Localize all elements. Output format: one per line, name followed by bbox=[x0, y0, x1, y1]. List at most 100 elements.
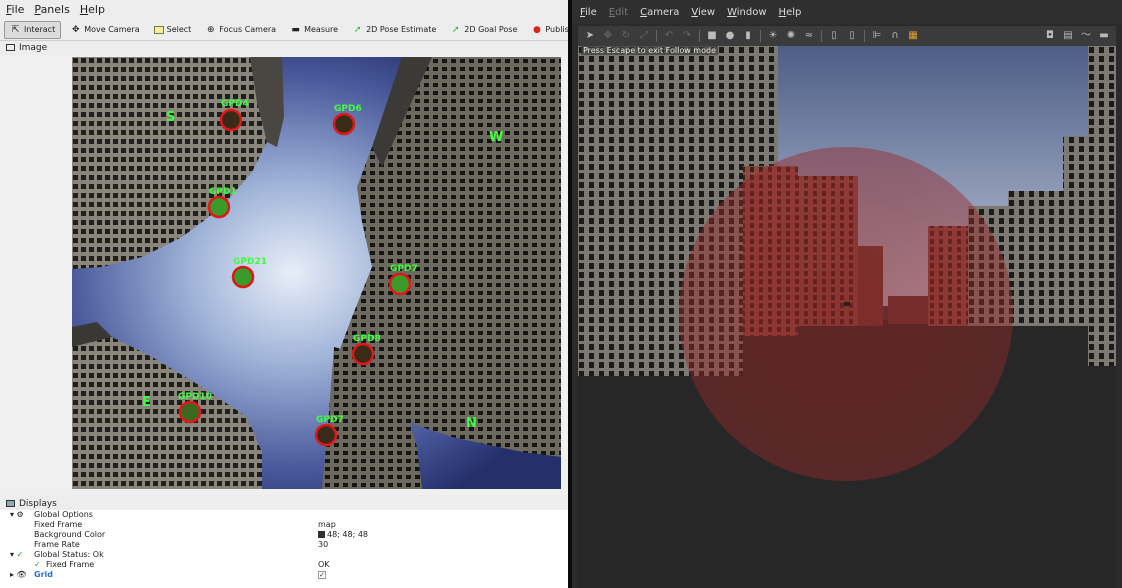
displays-title-text: Displays bbox=[19, 498, 57, 509]
tool-select[interactable]: Select bbox=[149, 21, 197, 39]
separator bbox=[821, 30, 822, 42]
svg-text:GPD6: GPD6 bbox=[334, 104, 362, 114]
row-key: Global Options bbox=[34, 510, 93, 519]
menu-help[interactable]: Help bbox=[80, 3, 105, 16]
tree-row-global-status[interactable]: ▾ ✓ Global Status: Ok bbox=[0, 550, 568, 560]
row-value[interactable]: 30 bbox=[318, 540, 328, 550]
tool-publish-point[interactable]: ● Publish Point bbox=[526, 21, 568, 39]
follow-mode-hint: Press Escape to exit Follow mode bbox=[581, 46, 718, 55]
point-light-icon[interactable]: ☀ bbox=[767, 30, 779, 42]
sphere-icon[interactable]: ● bbox=[724, 30, 736, 42]
rviz-toolbar: ⇱ Interact ✥ Move Camera Select ⊕ Focus … bbox=[0, 19, 568, 41]
gazebo-window: File Edit Camera View Window Help ➤ ✥ ↻ … bbox=[572, 0, 1122, 588]
check-icon: ▾ ✓ bbox=[10, 550, 24, 559]
orange-link-icon[interactable]: ▦ bbox=[907, 30, 919, 42]
tree-row-fixed-frame[interactable]: Fixed Frame map bbox=[0, 520, 568, 530]
log-icon[interactable]: ▤ bbox=[1062, 30, 1074, 42]
goal-pose-icon: ➚ bbox=[452, 24, 460, 35]
video-record-icon[interactable]: ▬ bbox=[1098, 30, 1110, 42]
tool-focus-camera[interactable]: ⊕ Focus Camera bbox=[200, 21, 281, 39]
tool-2d-pose-estimate[interactable]: ➚ 2D Pose Estimate bbox=[347, 21, 441, 39]
menu-panels[interactable]: Panels bbox=[34, 3, 69, 16]
tree-row-background-color[interactable]: Background Color 48; 48; 48 bbox=[0, 530, 568, 540]
screenshot-icon[interactable]: ◘ bbox=[1044, 30, 1056, 42]
separator bbox=[760, 30, 761, 42]
svg-text:GPD8: GPD8 bbox=[353, 334, 381, 344]
measure-icon: ▬ bbox=[291, 24, 300, 35]
menu-window[interactable]: Window bbox=[727, 7, 766, 18]
plot-icon[interactable]: 〜 bbox=[1080, 30, 1092, 42]
tool-label: Move Camera bbox=[84, 25, 140, 34]
tool-measure[interactable]: ▬ Measure bbox=[285, 21, 343, 39]
row-key: Background Color bbox=[34, 530, 106, 539]
tool-move-camera[interactable]: ✥ Move Camera bbox=[65, 21, 144, 39]
svg-text:GPD7: GPD7 bbox=[316, 415, 344, 425]
menu-view[interactable]: View bbox=[691, 7, 715, 18]
image-panel: GPD4 GPD6 GPD1 GPD21 GPD7 GPD8 GPD10 GPD… bbox=[0, 55, 568, 495]
svg-text:GPD21: GPD21 bbox=[233, 257, 267, 267]
separator bbox=[656, 30, 657, 42]
image-panel-title-text: Image bbox=[19, 42, 48, 53]
displays-panel-icon bbox=[6, 500, 15, 507]
translate-icon[interactable]: ✥ bbox=[602, 30, 614, 42]
tree-row-global-options[interactable]: ▾ ⚙ Global Options bbox=[0, 510, 568, 520]
gazebo-menubar: File Edit Camera View Window Help bbox=[572, 0, 1122, 24]
compass-s: S bbox=[166, 110, 175, 125]
menu-file[interactable]: File bbox=[6, 3, 24, 16]
spot-light-icon[interactable]: ✺ bbox=[785, 30, 797, 42]
svg-text:GPD10: GPD10 bbox=[178, 392, 212, 402]
redo-icon[interactable]: ↷ bbox=[681, 30, 693, 42]
tree-row-grid[interactable]: ▸ 👁 Grid ✓ bbox=[0, 570, 568, 580]
tool-interact[interactable]: ⇱ Interact bbox=[4, 20, 62, 39]
separator bbox=[864, 30, 865, 42]
undo-icon[interactable]: ↶ bbox=[663, 30, 675, 42]
menu-help[interactable]: Help bbox=[779, 7, 802, 18]
tool-label: Focus Camera bbox=[219, 25, 277, 34]
rotate-icon[interactable]: ↻ bbox=[620, 30, 632, 42]
snap-icon[interactable]: ∩ bbox=[889, 30, 901, 42]
scale-icon[interactable]: ⤢ bbox=[638, 30, 650, 42]
svg-text:GPD1: GPD1 bbox=[209, 187, 237, 197]
check-icon: ✓ bbox=[34, 560, 41, 569]
row-key: Frame Rate bbox=[34, 540, 80, 549]
gazebo-3d-viewport[interactable]: Press Escape to exit Follow mode bbox=[578, 46, 1116, 588]
directional-light-icon[interactable]: ≈ bbox=[803, 30, 815, 42]
tool-2d-goal-pose[interactable]: ➚ 2D Goal Pose bbox=[445, 21, 522, 39]
svg-text:GPD7: GPD7 bbox=[390, 264, 418, 274]
displays-panel-title: Displays bbox=[0, 497, 568, 510]
fisheye-camera-image[interactable]: GPD4 GPD6 GPD1 GPD21 GPD7 GPD8 GPD10 GPD… bbox=[72, 57, 561, 489]
select-arrow-icon[interactable]: ➤ bbox=[584, 30, 596, 42]
compass-n: N bbox=[466, 416, 477, 431]
row-value: 48; 48; 48 bbox=[327, 530, 369, 539]
row-key: Fixed Frame bbox=[46, 560, 95, 569]
copy-icon[interactable]: ▯ bbox=[828, 30, 840, 42]
box-icon[interactable]: ■ bbox=[706, 30, 718, 42]
tool-label: Interact bbox=[24, 25, 56, 34]
focus-camera-icon: ⊕ bbox=[207, 24, 215, 35]
row-key: Global Status: Ok bbox=[34, 550, 104, 559]
tree-row-frame-rate[interactable]: Frame Rate 30 bbox=[0, 540, 568, 550]
align-icon[interactable]: ⊫ bbox=[871, 30, 883, 42]
row-value-wrapper[interactable]: 48; 48; 48 bbox=[318, 530, 368, 540]
menu-camera[interactable]: Camera bbox=[640, 7, 679, 18]
row-value: OK bbox=[318, 560, 330, 569]
eye-icon: ▸ 👁 bbox=[10, 570, 27, 579]
gazebo-toolbar: ➤ ✥ ↻ ⤢ ↶ ↷ ■ ● ▮ ☀ ✺ ≈ ▯ ▯ ⊫ ∩ ▦ ◘ ▤ 〜 bbox=[578, 26, 1116, 46]
row-value[interactable]: map bbox=[318, 520, 336, 530]
color-swatch bbox=[318, 531, 325, 538]
paste-icon[interactable]: ▯ bbox=[846, 30, 858, 42]
tool-label: Select bbox=[166, 25, 192, 34]
displays-tree: ▾ ⚙ Global Options Fixed Frame map Backg… bbox=[0, 510, 568, 588]
tree-row-fixed-frame-status[interactable]: ✓ Fixed Frame OK bbox=[0, 560, 568, 570]
tool-label: 2D Pose Estimate bbox=[366, 25, 437, 34]
grid-enabled-checkbox[interactable]: ✓ bbox=[318, 570, 326, 580]
cylinder-icon[interactable]: ▮ bbox=[742, 30, 754, 42]
move-camera-icon: ✥ bbox=[71, 24, 80, 35]
compass-w: W bbox=[489, 130, 503, 145]
gear-icon: ▾ ⚙ bbox=[10, 510, 24, 519]
compass-e: E bbox=[142, 395, 151, 410]
rviz-menubar: File Panels Help bbox=[0, 0, 568, 18]
menu-edit[interactable]: Edit bbox=[609, 7, 628, 18]
menu-file[interactable]: File bbox=[580, 7, 597, 18]
cursor-icon: ⇱ bbox=[11, 24, 20, 35]
